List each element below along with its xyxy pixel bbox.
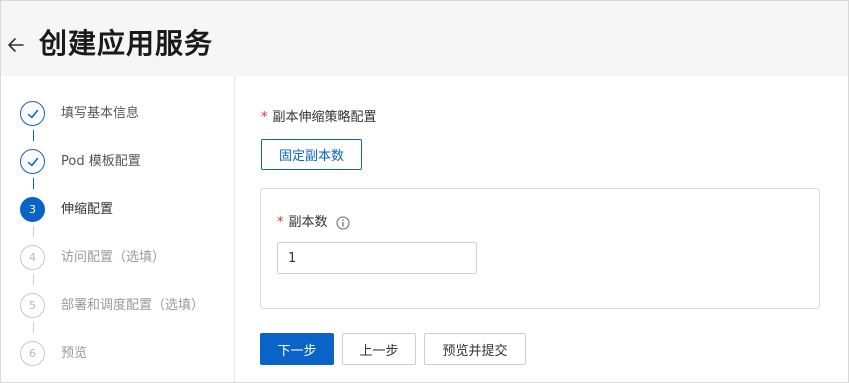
fixed-replicas-option-button[interactable]: 固定副本数 [261,139,362,170]
step-number-badge: 5 [20,293,45,318]
step-label: 填写基本信息 [61,106,140,121]
step-label: Pod 模板配置 [61,154,141,169]
step-number-badge: 6 [20,341,45,366]
replicas-input[interactable] [277,242,477,274]
step-access[interactable]: 4 访问配置（选填） [1,245,235,273]
replicas-label: 副本数 [288,215,328,230]
step-deploy-schedule[interactable]: 5 部署和调度配置（选填） [1,293,235,321]
back-arrow-icon[interactable] [5,34,27,56]
step-pod-template[interactable]: Pod 模板配置 [1,149,235,177]
step-scaling[interactable]: 3 伸缩配置 [1,197,235,225]
required-mark: * [261,110,268,125]
page-header: 创建应用服务 [1,1,848,76]
step-label: 部署和调度配置（选填） [61,298,205,313]
replicas-field-label: * 副本数 [277,214,350,232]
steps-sidebar: 填写基本信息 Pod 模板配置 3 伸缩配置 4 访问配置（选填） 5 部署和调… [1,76,235,382]
next-step-button[interactable]: 下一步 [260,333,334,365]
step-label: 伸缩配置 [61,202,114,217]
page-title: 创建应用服务 [39,27,214,60]
replica-policy-label: 副本伸缩策略配置 [272,110,377,125]
step-connector [33,274,34,285]
step-number-badge: 4 [20,245,45,270]
step-connector [33,226,34,237]
step-preview[interactable]: 6 预览 [1,341,235,369]
check-icon [20,149,45,174]
info-icon[interactable] [336,216,350,230]
step-label: 访问配置（选填） [61,250,166,265]
preview-submit-button[interactable]: 预览并提交 [424,333,526,365]
step-connector [33,130,34,141]
check-icon [20,101,45,126]
replica-policy-heading: * 副本伸缩策略配置 [261,109,377,127]
required-mark: * [277,215,284,230]
step-basic-info[interactable]: 填写基本信息 [1,101,235,129]
previous-step-button[interactable]: 上一步 [342,333,416,365]
step-connector [33,322,34,333]
step-label: 预览 [61,346,88,361]
step-connector [33,178,34,189]
step-number-badge: 3 [20,197,45,222]
